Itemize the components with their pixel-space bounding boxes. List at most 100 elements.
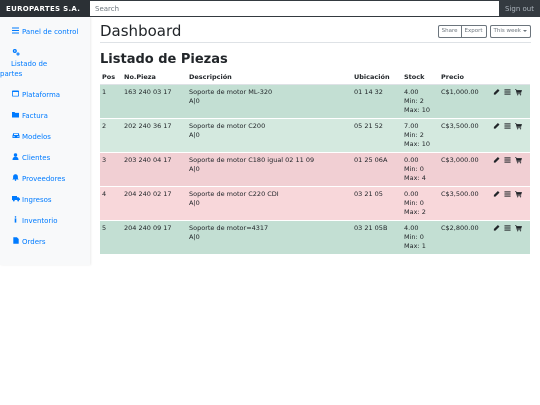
stock-max: Max: 4 (404, 173, 426, 182)
table-row[interactable]: 2 202 240 36 17 Soporte de motor C200 A|0… (100, 118, 530, 152)
cell-actions (491, 118, 530, 152)
table-row[interactable]: 3 203 240 04 17 Soporte de motor C180 ig… (100, 152, 530, 186)
cell-pos: 3 (102, 155, 107, 164)
cogs-icon (11, 48, 20, 59)
sidebar-item-modelos[interactable]: Modelos (0, 130, 90, 144)
stock-max: Max: 10 (404, 139, 430, 148)
description-text: Soporte de motor C180 igual 02 11 09 (189, 155, 315, 164)
cell-stock: 7.00 Min: 2 Max: 10 (402, 118, 439, 152)
cell-ubicacion: 01 25 06A (354, 155, 388, 164)
menu-list-icon[interactable] (504, 122, 511, 130)
cell-ubicacion: 01 14 32 (354, 87, 383, 96)
column-header-precio: Precio (439, 71, 491, 85)
column-header-pos: Pos (100, 71, 122, 85)
cell-precio: C$1,000.00 (441, 87, 479, 96)
stock-min: Min: 2 (404, 96, 424, 105)
cell-actions (491, 84, 530, 118)
edit-pencil-icon[interactable] (493, 122, 500, 130)
column-header-ubicacion: Ubicación (352, 71, 402, 85)
edit-pencil-icon[interactable] (493, 224, 500, 232)
sidebar-item-label: Factura (22, 112, 48, 120)
sidebar-item-orders[interactable]: Orders (0, 235, 90, 249)
edit-pencil-icon[interactable] (493, 88, 500, 96)
sidebar-item-label: Proveedores (22, 175, 66, 183)
stock-max: Max: 1 (404, 241, 426, 250)
cell-pos: 1 (102, 87, 107, 96)
info-icon (11, 216, 20, 226)
description-sub: A|0 (189, 130, 200, 139)
list-icon (11, 27, 20, 37)
section-title: Listado de Piezas (100, 52, 228, 67)
description-text: Soporte de motor C200 (189, 121, 266, 130)
cell-stock: 0.00 Min: 0 Max: 4 (402, 152, 439, 186)
window-icon (11, 90, 20, 100)
file-icon (11, 237, 20, 247)
sidebar: Panel de control Listado de partes Plata… (0, 17, 90, 265)
stock-min: Min: 0 (404, 198, 424, 207)
cell-descripcion: Soporte de motor C220 CDI A|0 (187, 186, 352, 220)
sidebar-item-label: Plataforma (22, 91, 61, 99)
sidebar-item-clientes[interactable]: Clientes (0, 151, 90, 165)
search-input[interactable] (90, 1, 499, 16)
cart-icon[interactable] (515, 224, 522, 232)
cart-icon[interactable] (515, 190, 522, 198)
sidebar-item-listado-de-partes[interactable]: Listado de partes (0, 46, 90, 81)
menu-list-icon[interactable] (504, 156, 511, 164)
share-export-group: Share Export (437, 24, 487, 38)
edit-pencil-icon[interactable] (493, 156, 500, 164)
chevron-down-icon (523, 30, 527, 32)
menu-list-icon[interactable] (504, 190, 511, 198)
column-header-no-pieza: No.Pieza (122, 71, 187, 85)
description-sub: A|0 (189, 96, 200, 105)
sidebar-item-label: Inventorio (22, 217, 58, 225)
stock-value: 4.00 (404, 87, 419, 96)
cell-actions (491, 186, 530, 220)
period-dropdown[interactable]: This week (489, 24, 531, 38)
main-content: Dashboard Share Export This week Listado… (100, 20, 531, 254)
cell-pos: 5 (102, 223, 107, 232)
description-text: Soporte de motor=4317 (189, 223, 269, 232)
sidebar-item-label-line2: partes (0, 70, 23, 78)
description-sub: A|0 (189, 198, 200, 207)
cell-no-pieza: 203 240 04 17 (124, 155, 172, 164)
sidebar-item-proveedores[interactable]: Proveedores (0, 172, 90, 186)
sidebar-item-label: Ingresos (22, 196, 52, 204)
cell-ubicacion: 05 21 52 (354, 121, 383, 130)
share-button[interactable]: Share (437, 24, 462, 38)
sidebar-item-factura[interactable]: Factura (0, 109, 90, 123)
cart-icon[interactable] (515, 88, 522, 96)
cell-stock: 4.00 Min: 0 Max: 1 (402, 220, 439, 254)
cell-no-pieza: 202 240 36 17 (124, 121, 172, 130)
sidebar-item-ingresos[interactable]: Ingresos (0, 193, 90, 207)
parts-table: Pos No.Pieza Descripción Ubicación Stock… (100, 71, 530, 254)
sidebar-item-plataforma[interactable]: Plataforma (0, 88, 90, 102)
cell-precio: C$2,800.00 (441, 223, 479, 232)
cart-icon[interactable] (515, 156, 522, 164)
table-row[interactable]: 5 204 240 09 17 Soporte de motor=4317 A|0… (100, 220, 530, 254)
sidebar-item-label: Modelos (22, 133, 51, 141)
sidebar-item-label: Panel de control (22, 28, 79, 36)
table-row[interactable]: 4 204 240 02 17 Soporte de motor C220 CD… (100, 186, 530, 220)
brand-logo[interactable]: EUROPARTES S.A. (0, 0, 90, 17)
cell-actions (491, 220, 530, 254)
table-row[interactable]: 1 163 240 03 17 Soporte de motor ML-320 A… (100, 84, 530, 118)
table-header-row: Pos No.Pieza Descripción Ubicación Stock… (100, 71, 530, 85)
menu-list-icon[interactable] (504, 224, 511, 232)
stock-max: Max: 2 (404, 207, 426, 216)
stock-value: 0.00 (404, 155, 419, 164)
cell-descripcion: Soporte de motor ML-320 A|0 (187, 84, 352, 118)
cell-no-pieza: 163 240 03 17 (124, 87, 172, 96)
cell-no-pieza: 204 240 02 17 (124, 189, 172, 198)
column-header-descripcion: Descripción (187, 71, 352, 85)
description-text: Soporte de motor C220 CDI (189, 189, 279, 198)
cart-icon[interactable] (515, 122, 522, 130)
column-header-stock: Stock (402, 71, 439, 85)
bell-icon (11, 174, 20, 184)
sidebar-item-panel-de-control[interactable]: Panel de control (0, 25, 90, 39)
sign-out-link[interactable]: Sign out (499, 5, 540, 13)
menu-list-icon[interactable] (504, 88, 511, 96)
export-button[interactable]: Export (461, 24, 487, 38)
truck-icon (11, 195, 20, 205)
sidebar-item-inventorio[interactable]: Inventorio (0, 214, 90, 228)
edit-pencil-icon[interactable] (493, 190, 500, 198)
